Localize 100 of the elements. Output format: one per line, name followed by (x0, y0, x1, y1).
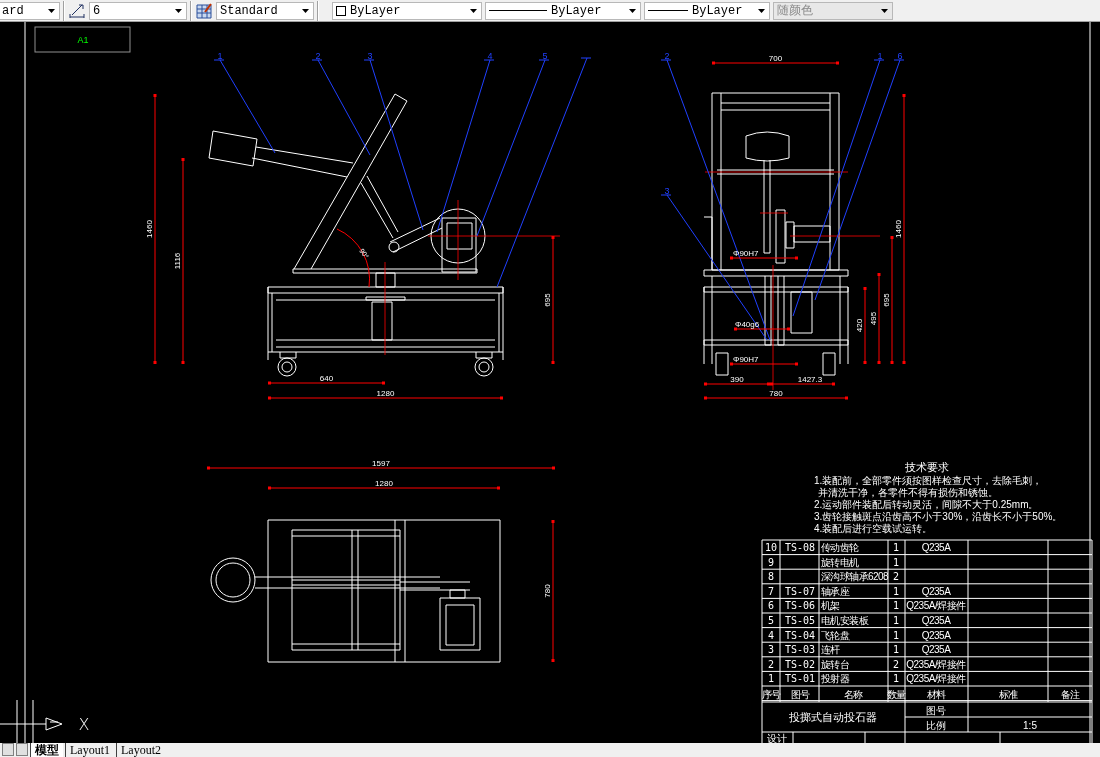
table-cell: Q235A/焊接件 (906, 673, 966, 685)
table-cell: 2 (893, 571, 899, 583)
dimension-text: 1427.3 (797, 375, 823, 384)
table-cell: 5 (768, 615, 774, 626)
table-cell: 7 (768, 585, 774, 597)
table-cell: 图号 (926, 705, 946, 716)
callout-number: 2 (315, 51, 321, 61)
table-header-cell: 数量 (886, 689, 906, 700)
flywheel-drawing (430, 208, 486, 273)
caret-icon (174, 7, 183, 14)
table-cell: 机架 (821, 600, 840, 612)
requirement-line: 4.装配后进行空载试运转。 (814, 523, 933, 534)
dimension-text: 1597 (372, 459, 390, 468)
dimension-text: 1280 (375, 479, 393, 488)
drawing-title: 投掷式自动投石器 (789, 711, 877, 723)
table-cell: TS-04 (784, 629, 816, 641)
table-cell: 飞轮盘 (821, 629, 850, 641)
dropdown[interactable]: ByLayer (485, 1, 641, 20)
dimension-text: 1280 (376, 389, 395, 398)
line-sample-icon (489, 10, 547, 11)
callout-number: 2 (664, 51, 670, 61)
callout-number: 5 (542, 51, 548, 61)
table-cell: 9 (768, 556, 774, 568)
table-header-cell: 名称 (843, 689, 863, 700)
table-cell: Q235A/焊接件 (906, 600, 966, 612)
table-header-cell: 图号 (790, 689, 810, 700)
angle-arc (336, 228, 371, 288)
callout-number: 3 (367, 51, 373, 61)
callout-number: 3 (664, 186, 670, 196)
dimension-text: 695 (543, 293, 552, 307)
callout-number: 4 (487, 51, 493, 61)
dimension-text: 780 (543, 584, 552, 598)
table-cell: 电机安装板 (821, 615, 868, 626)
scroll-right-button[interactable] (16, 743, 28, 756)
table-cell: 2 (893, 658, 899, 670)
table-header-cell: 备注 (1060, 689, 1080, 700)
dimension-style-icon[interactable] (68, 1, 86, 20)
dimension-text: Φ90H7 (733, 355, 759, 364)
callout-number: 6 (897, 51, 903, 61)
dimension-line (733, 327, 791, 331)
frame-label: A1 (77, 35, 89, 45)
caret-icon (469, 7, 478, 14)
table-cell: 比例 (926, 720, 946, 731)
dimension-text: 1460 (145, 220, 154, 238)
table-cell: 设计 (767, 732, 787, 743)
table-cell: TS-06 (784, 600, 816, 612)
caret-icon (47, 7, 56, 14)
table-style-icon[interactable] (195, 1, 213, 20)
dimension-text: 1116 (173, 252, 182, 270)
table-cell: 旋转台 (821, 658, 850, 670)
requirements-title: 技术要求 (905, 461, 949, 473)
table-cell: TS-07 (784, 585, 816, 597)
table-cell: 1 (893, 629, 899, 641)
scroll-left-button[interactable] (2, 743, 14, 756)
table-cell: 1 (893, 673, 899, 685)
dimension-text: 640 (319, 374, 334, 383)
caret-icon (757, 7, 766, 14)
table-cell: TS-01 (784, 673, 816, 685)
dimension-text: 695 (882, 293, 891, 307)
table-cell: 1 (893, 585, 899, 597)
color-swatch-icon (336, 5, 346, 16)
requirement-line: 1.装配前，全部零件须按图样检查尺寸，去除毛刺， (814, 475, 1043, 486)
table-cell: 1 (893, 600, 899, 612)
dimension-text: 495 (869, 311, 878, 326)
dropdown[interactable]: ard (0, 1, 60, 20)
table-cell: Q235A (921, 585, 951, 597)
dropdown[interactable]: 6 (89, 1, 187, 20)
table-header-cell: 材料 (926, 689, 946, 700)
table-cell: TS-08 (784, 542, 816, 553)
layout-tab[interactable]: 模型 (30, 743, 63, 757)
table-cell: 2 (768, 658, 774, 670)
table-cell: Q235A (921, 542, 951, 553)
dimension-text: 420 (855, 318, 864, 333)
dimension-text: 1460 (894, 220, 903, 238)
table-cell: 1 (893, 542, 899, 553)
dropdown[interactable]: Standard (216, 1, 314, 20)
dimension-text: 390 (730, 375, 744, 384)
dropdown[interactable]: ByLayer (332, 1, 482, 20)
table-cell: 6 (768, 600, 774, 612)
dimension-text: Φ40g6 (735, 320, 760, 329)
callout-number: 1 (217, 51, 223, 61)
table-cell: TS-02 (784, 658, 816, 670)
table-cell: 10 (765, 542, 777, 553)
line-sample-icon (648, 10, 688, 11)
table-cell: TS-05 (784, 615, 816, 626)
table-header-cell: 标准 (998, 689, 1018, 700)
table-cell: Q235A (921, 615, 951, 626)
table-cell: 传动齿轮 (821, 542, 859, 553)
requirement-line: 3.齿轮接触斑点沿齿高不小于30%，沿齿长不小于50%。 (814, 511, 1063, 522)
table-header-cell: 序号 (761, 689, 781, 700)
table-cell: 1 (893, 615, 899, 626)
table-cell: 1 (768, 673, 774, 685)
dimension-text: 780 (769, 389, 783, 398)
table-cell: 3 (768, 644, 774, 656)
caret-icon (628, 7, 637, 14)
dimension-line (729, 362, 799, 366)
table-cell: Q235A/焊接件 (906, 658, 966, 670)
table-cell: 旋转电机 (821, 556, 859, 568)
dropdown[interactable]: ByLayer (644, 1, 770, 20)
caret-icon (301, 7, 310, 14)
